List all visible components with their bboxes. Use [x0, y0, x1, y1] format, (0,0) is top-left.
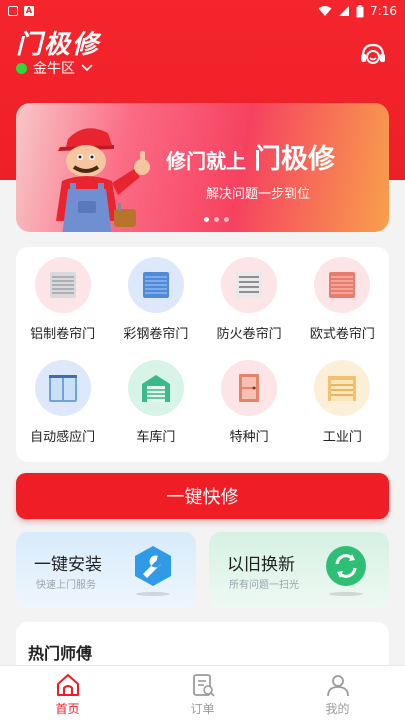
category-label: 自动感应门 [30, 430, 96, 445]
signal-icon [339, 6, 350, 16]
nav-home-label: 首页 [55, 702, 80, 716]
banner-headline-big: 门极修 [254, 144, 335, 175]
auto-sensor-door-icon [34, 360, 91, 416]
category-item[interactable]: 车库门 [109, 360, 202, 463]
category-label: 欧式卷帘门 [309, 327, 375, 342]
color-steel-shutter-icon [127, 257, 184, 313]
customer-service-icon[interactable] [358, 40, 388, 70]
wrench-icon [135, 546, 171, 586]
category-item[interactable]: 防火卷帘门 [203, 257, 296, 360]
nav-orders-label: 订单 [190, 702, 215, 716]
category-item[interactable]: 工业门 [296, 360, 389, 463]
app-title: 门极修 [16, 30, 101, 60]
profile-icon [326, 675, 349, 697]
category-item[interactable]: 欧式卷帘门 [296, 257, 389, 360]
category-label: 彩钢卷帘门 [123, 327, 189, 342]
category-item[interactable]: 特种门 [203, 360, 296, 463]
trade-in-subtitle: 所有问题一扫光 [229, 580, 299, 591]
location-dot-icon [16, 62, 27, 74]
status-bar: A 7:16 [0, 0, 405, 22]
trade-in-title: 以旧换新 [227, 555, 295, 575]
battery-icon [356, 4, 364, 17]
install-icon-shadow [136, 592, 170, 596]
special-door-icon [221, 360, 278, 416]
bottom-nav: 首页 订单 我的 [0, 665, 405, 720]
trade-in-service-card[interactable]: 以旧换新 所有问题一扫光 [209, 532, 389, 608]
refresh-icon [326, 546, 366, 586]
aluminum-shutter-icon [34, 257, 91, 313]
banner-dot[interactable] [214, 217, 219, 222]
category-card: 铝制卷帘门 彩钢卷帘门 防火卷帘门 欧式卷帘门 自动感应门 车库门 特种门 工业… [16, 247, 389, 462]
garage-door-icon [127, 360, 184, 416]
banner-headline-small: 修门就上 [166, 149, 246, 173]
status-time: 7:16 [370, 4, 397, 18]
home-icon [56, 674, 79, 696]
category-label: 铝制卷帘门 [30, 327, 96, 342]
chevron-down-icon [81, 64, 93, 72]
banner-headline: 修门就上 门极修 [166, 137, 335, 176]
category-label: 特种门 [229, 430, 269, 445]
banner-dot[interactable] [224, 217, 229, 222]
order-icon [192, 674, 215, 697]
category-label: 车库门 [136, 430, 176, 445]
install-title: 一键安装 [34, 555, 102, 575]
app-notification-icon: A [24, 6, 34, 16]
nav-home[interactable]: 首页 [0, 666, 135, 720]
european-shutter-icon [314, 257, 371, 313]
category-label: 防火卷帘门 [216, 327, 282, 342]
hot-masters-title: 热门师傅 [28, 644, 93, 663]
quick-repair-button[interactable]: 一键快修 [16, 473, 389, 519]
banner-dot[interactable] [204, 217, 209, 222]
install-subtitle: 快速上门服务 [36, 580, 96, 591]
category-grid: 铝制卷帘门 彩钢卷帘门 防火卷帘门 欧式卷帘门 自动感应门 车库门 特种门 工业… [16, 247, 389, 463]
category-item[interactable]: 自动感应门 [16, 360, 109, 463]
promo-banner[interactable]: 修门就上 门极修 解决问题一步到位 [16, 103, 389, 232]
fire-shutter-icon [221, 257, 278, 313]
location-label: 金牛区 [33, 61, 75, 77]
trade-in-icon-shadow [329, 592, 363, 596]
install-service-card[interactable]: 一键安装 快速上门服务 [16, 532, 196, 608]
nav-profile[interactable]: 我的 [270, 666, 405, 720]
banner-subtitle: 解决问题一步到位 [206, 187, 311, 202]
screenshot-notification-icon [8, 6, 18, 16]
banner-pagination [204, 217, 229, 222]
industrial-door-icon [314, 360, 371, 416]
nav-orders[interactable]: 订单 [135, 666, 270, 720]
repairman-illustration [56, 128, 150, 232]
nav-profile-label: 我的 [325, 702, 350, 716]
category-item[interactable]: 彩钢卷帘门 [109, 257, 202, 360]
category-item[interactable]: 铝制卷帘门 [16, 257, 109, 360]
wifi-icon [318, 6, 332, 16]
category-label: 工业门 [322, 430, 362, 445]
location-selector[interactable]: 金牛区 [16, 58, 93, 78]
